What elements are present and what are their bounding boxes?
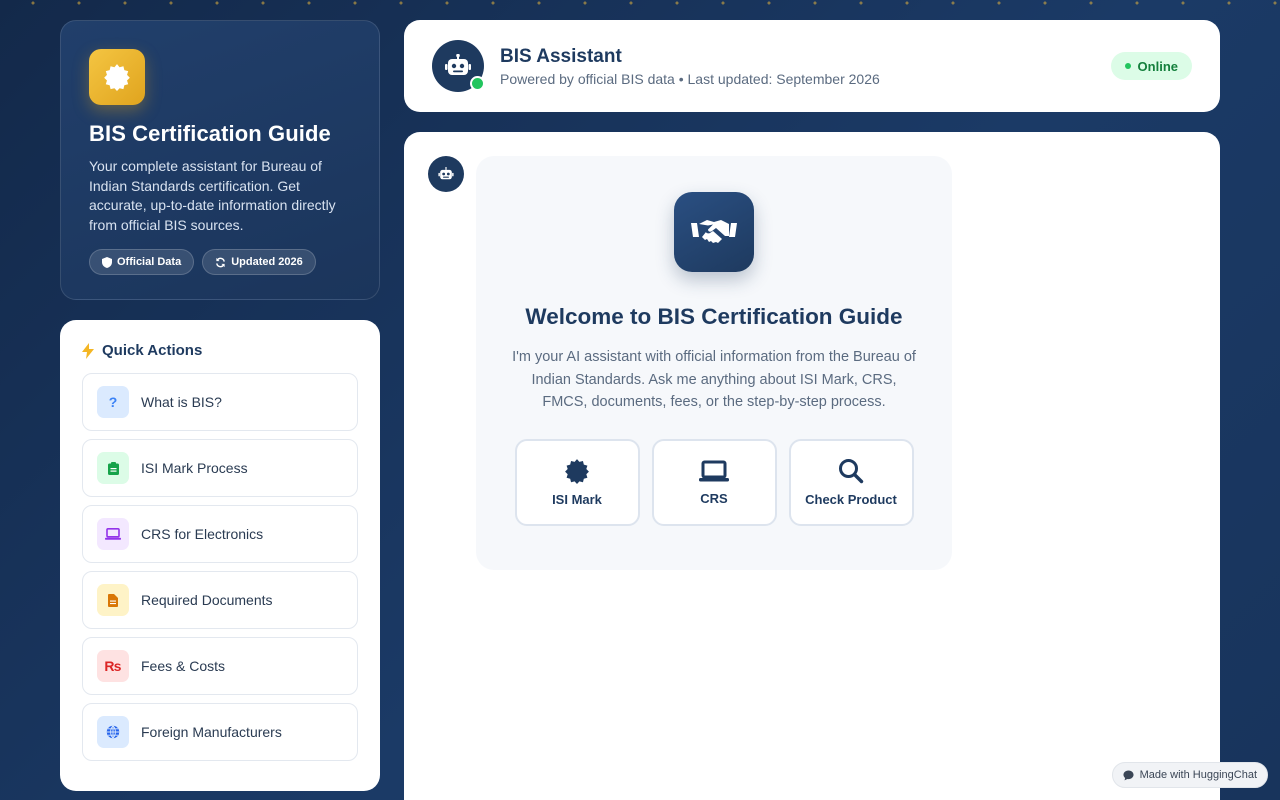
quick-actions-panel: Quick Actions ? What is BIS? ISI Mark Pr… xyxy=(60,320,380,791)
assistant-subtitle: Powered by official BIS data • Last upda… xyxy=(500,70,880,87)
bot-message-avatar xyxy=(428,156,464,192)
quick-action-isi-mark-process[interactable]: ISI Mark Process xyxy=(82,439,358,497)
topic-label: Check Product xyxy=(805,491,897,507)
badge-updated: Updated 2026 xyxy=(202,249,316,275)
quick-action-label: CRS for Electronics xyxy=(141,526,264,542)
made-with-huggingchat-link[interactable]: Made with HuggingChat xyxy=(1111,762,1268,788)
quick-action-foreign-manufacturers[interactable]: Foreign Manufacturers xyxy=(82,703,358,761)
topic-label: ISI Mark xyxy=(552,491,602,507)
sidebar-description: Your complete assistant for Bureau of In… xyxy=(89,158,336,233)
quick-action-label: What is BIS? xyxy=(141,394,222,410)
badge-label: Official Data xyxy=(117,256,182,268)
assistant-name: BIS Assistant xyxy=(500,45,622,67)
question-icon: ? xyxy=(97,386,129,418)
status-dot xyxy=(1124,63,1131,69)
document-icon xyxy=(97,584,129,616)
clipboard-icon xyxy=(97,452,129,484)
globe-icon xyxy=(97,716,129,748)
laptop-icon xyxy=(97,518,129,550)
quick-action-label: Foreign Manufacturers xyxy=(141,724,282,740)
sidebar-hero-card: BIS Certification Guide Your complete as… xyxy=(60,20,380,300)
quick-actions-title: Quick Actions xyxy=(102,342,203,359)
quick-action-label: ISI Mark Process xyxy=(141,460,248,476)
status-label: Online xyxy=(1137,58,1178,74)
search-icon xyxy=(839,458,864,483)
chat-area: Welcome to BIS Certification Guide I'm y… xyxy=(404,132,1220,800)
online-indicator xyxy=(470,76,485,91)
quick-action-label: Fees & Costs xyxy=(141,658,226,674)
assistant-avatar xyxy=(432,40,485,92)
quick-action-crs-electronics[interactable]: CRS for Electronics xyxy=(82,505,358,563)
robot-icon xyxy=(438,167,454,180)
topic-card-crs[interactable]: CRS xyxy=(651,438,777,526)
laptop-icon xyxy=(699,460,729,481)
welcome-message: Welcome to BIS Certification Guide I'm y… xyxy=(476,156,952,570)
badge-official-data: Official Data xyxy=(89,249,195,275)
lightning-icon xyxy=(82,342,94,359)
topic-card-check-product[interactable]: Check Product xyxy=(788,438,914,526)
made-with-label: Made with HuggingChat xyxy=(1139,769,1257,781)
certificate-seal-icon xyxy=(89,49,145,105)
topic-card-isi-mark[interactable]: ISI Mark xyxy=(514,438,640,526)
badge-label: Updated 2026 xyxy=(231,256,303,268)
rupee-icon: ₨ xyxy=(97,650,129,682)
welcome-title: Welcome to BIS Certification Guide xyxy=(525,304,903,329)
handshake-icon xyxy=(674,192,754,272)
welcome-description: I'm your AI assistant with official info… xyxy=(512,349,916,410)
quick-action-label: Required Documents xyxy=(141,592,273,608)
refresh-icon xyxy=(216,257,226,267)
chat-header: BIS Assistant Powered by official BIS da… xyxy=(404,20,1220,112)
robot-icon xyxy=(445,54,471,75)
status-badge: Online xyxy=(1110,52,1192,80)
sidebar-title: BIS Certification Guide xyxy=(89,121,331,146)
topic-label: CRS xyxy=(700,490,728,506)
quick-action-what-is-bis[interactable]: ? What is BIS? xyxy=(82,373,358,431)
seal-icon xyxy=(565,458,589,484)
quick-action-required-documents[interactable]: Required Documents xyxy=(82,571,358,629)
decorative-dots xyxy=(0,0,1280,6)
shield-icon xyxy=(102,256,112,268)
chat-bubble-icon xyxy=(1123,769,1134,780)
quick-action-fees-costs[interactable]: ₨ Fees & Costs xyxy=(82,637,358,695)
